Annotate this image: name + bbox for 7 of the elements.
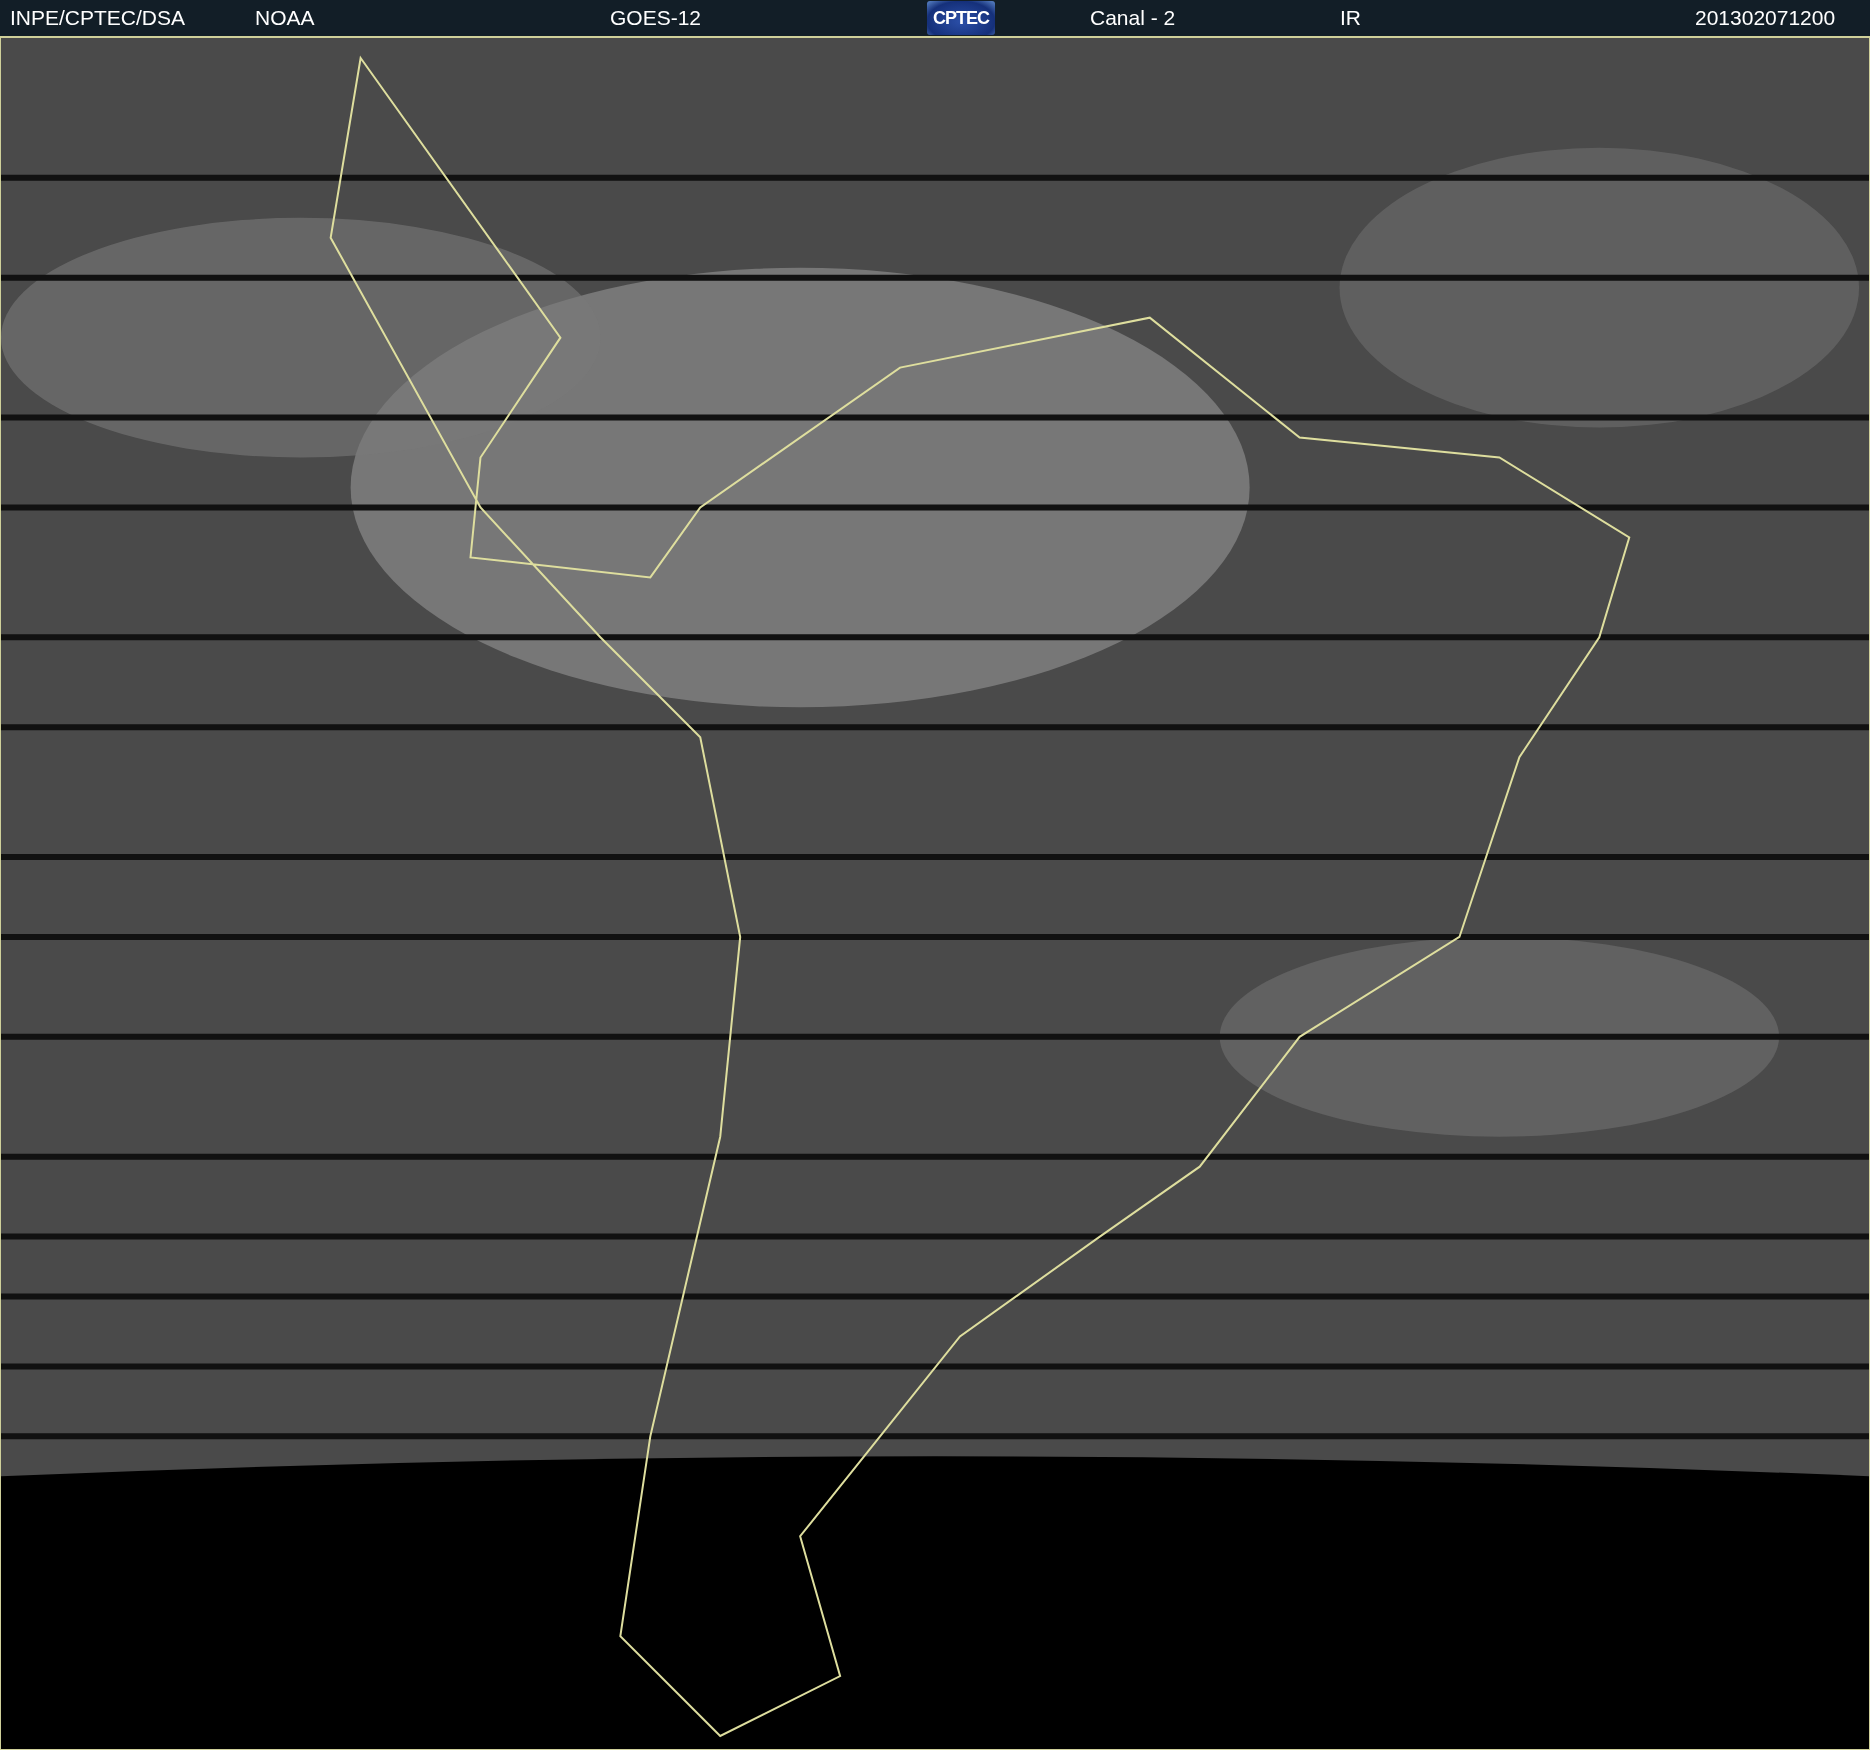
header-label: INPE/CPTEC/DSA	[10, 6, 186, 30]
header-label: NOAA	[255, 6, 315, 30]
header-label: 201302071200	[1695, 6, 1836, 30]
header-label: GOES-12	[610, 6, 702, 30]
logo: CPTEC	[927, 1, 995, 35]
header-label: Canal - 2	[1090, 6, 1176, 30]
header-label: IR	[1340, 6, 1361, 30]
